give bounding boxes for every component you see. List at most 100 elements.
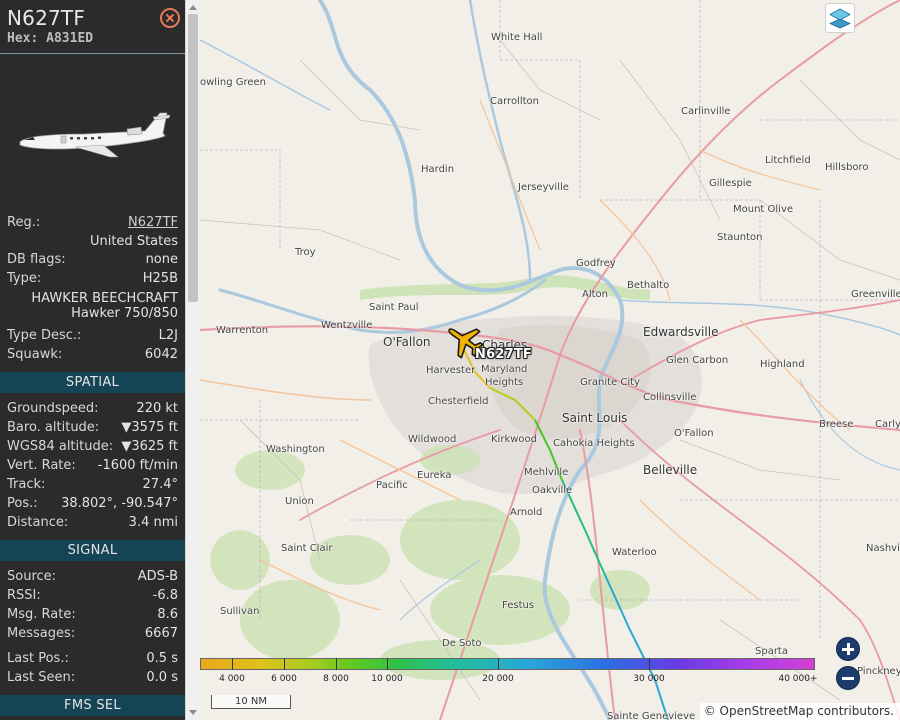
sidebar-scrollbar[interactable] — [185, 0, 200, 720]
rssi-label: RSSI: — [7, 588, 41, 603]
map-label: Breese — [819, 419, 854, 430]
type-row: Type: H25B — [7, 270, 178, 287]
wgs-altitude-label: WGS84 altitude: — [7, 439, 114, 454]
map-label: Greenville — [851, 289, 900, 300]
scroll-down-arrow-icon[interactable] — [189, 710, 197, 715]
last-seen-label: Last Seen: — [7, 670, 76, 685]
attribution-suffix: contributors. — [813, 704, 894, 718]
legend-tick-label: 8 000 — [323, 674, 349, 684]
last-pos-row: Last Pos.: 0.5 s — [7, 650, 178, 667]
source-row: Source: ADS-B — [7, 568, 178, 585]
map-label: Washington — [266, 444, 325, 455]
section-spatial[interactable]: SPATIAL — [0, 372, 185, 393]
zoom-out-icon[interactable] — [836, 666, 860, 690]
rssi-value: -6.8 — [152, 588, 178, 603]
wgs-altitude-row: WGS84 altitude: ▼3625 ft — [7, 438, 178, 455]
map-label: Alton — [582, 289, 608, 300]
map-label: Glen Carbon — [666, 355, 729, 366]
map-label: Carlyl — [875, 419, 900, 430]
legend-tick-label: 6 000 — [271, 674, 297, 684]
squawk-label: Squawk: — [7, 347, 63, 362]
map-label: owling Green — [200, 77, 267, 88]
layers-button[interactable] — [825, 3, 855, 33]
zoom-in-icon[interactable] — [836, 637, 860, 661]
baro-altitude-label: Baro. altitude: — [7, 420, 100, 435]
track-row: Track: 27.4° — [7, 476, 178, 493]
registration-row: Reg.: N627TF — [7, 214, 178, 231]
legend-tick — [498, 658, 499, 670]
msg-rate-row: Msg. Rate: 8.6 — [7, 606, 178, 623]
map-label: Eureka — [417, 470, 452, 481]
plane-callsign-label: N627TF — [475, 347, 532, 362]
map-label: Chesterfield — [428, 396, 489, 407]
source-value: ADS-B — [137, 569, 178, 584]
map-label: Wentzville — [321, 320, 373, 331]
scale-bar: 10 NM — [211, 695, 291, 709]
groundspeed-row: Groundspeed: 220 kt — [7, 400, 178, 417]
altitude-legend: 4 000 6 000 8 000 10 000 20 000 30 000 4… — [200, 658, 820, 688]
map-label: Troy — [295, 247, 316, 258]
msg-rate-value: 8.6 — [157, 607, 178, 622]
messages-value: 6667 — [144, 626, 178, 641]
map-label: O'Fallon — [674, 428, 714, 439]
map-label: Oakville — [532, 485, 573, 496]
scrollbar-thumb[interactable] — [188, 14, 198, 302]
map-label: Union — [285, 496, 314, 507]
map-label: Wildwood — [408, 434, 457, 445]
scroll-up-arrow-icon[interactable] — [189, 5, 197, 10]
map-view[interactable]: White Hall owling Green Carrollton Carli… — [200, 0, 900, 720]
legend-tick-label: 20 000 — [482, 674, 514, 684]
map-label: Carrollton — [490, 96, 539, 107]
typedesc-label: Type Desc.: — [7, 328, 82, 343]
osm-link[interactable]: OpenStreetMap — [720, 704, 814, 718]
vert-rate-value: -1600 ft/min — [97, 458, 178, 473]
legend-tick — [649, 658, 650, 670]
map-label: Godfrey — [576, 258, 616, 269]
hex-code: Hex: A831ED — [7, 31, 94, 46]
map-label: Mount Olive — [733, 204, 794, 215]
attribution-copyright: © — [703, 704, 720, 718]
type-value: H25B — [142, 271, 178, 286]
type-label: Type: — [7, 271, 42, 286]
map-label: Saint Louis — [562, 411, 628, 425]
vert-rate-label: Vert. Rate: — [7, 458, 76, 473]
messages-row: Messages: 6667 — [7, 625, 178, 642]
map-label: Saint Clair — [281, 543, 333, 554]
country: United States — [89, 234, 178, 249]
map-label: Hardin — [421, 164, 455, 175]
map-label: Belleville — [643, 463, 698, 477]
map-label: O'Fallon — [383, 335, 431, 349]
map-label: Nashvil — [866, 543, 900, 554]
position-label: Pos.: — [7, 496, 38, 511]
map-label: Saint Paul — [369, 302, 419, 313]
groundspeed-value: 220 kt — [136, 401, 178, 416]
baro-altitude-row: Baro. altitude: ▼3575 ft — [7, 419, 178, 436]
vert-rate-row: Vert. Rate: -1600 ft/min — [7, 457, 178, 474]
map-label: Staunton — [717, 232, 763, 243]
reg-link[interactable]: N627TF — [128, 214, 178, 231]
map-label: Pacific — [376, 480, 408, 491]
map-label: Gillespie — [709, 178, 752, 189]
legend-tick — [336, 658, 337, 670]
map-label: Cahokia Heights — [553, 438, 635, 449]
layers-icon — [829, 8, 851, 29]
map-label: Jerseyville — [518, 182, 569, 193]
last-pos-label: Last Pos.: — [7, 651, 69, 666]
typedesc-row: Type Desc.: L2J — [7, 327, 178, 344]
map-label: Kirkwood — [491, 434, 538, 445]
map-attribution: © OpenStreetMap contributors. — [699, 703, 900, 720]
map-label: Warrenton — [216, 325, 269, 336]
source-label: Source: — [7, 569, 57, 584]
section-fms-sel[interactable]: FMS SEL — [0, 695, 185, 716]
squawk-row: Squawk: 6042 — [7, 346, 178, 363]
callsign-title: N627TF — [7, 6, 86, 30]
legend-tick-label: 30 000 — [633, 674, 665, 684]
map-label: Mehlville — [524, 467, 569, 478]
header-divider — [0, 53, 185, 54]
legend-tick — [387, 658, 388, 670]
reg-label: Reg.: — [7, 215, 41, 230]
map-label: Arnold — [510, 507, 543, 518]
dbflags-value: none — [145, 252, 178, 267]
close-icon[interactable] — [160, 8, 180, 28]
section-signal[interactable]: SIGNAL — [0, 540, 185, 561]
